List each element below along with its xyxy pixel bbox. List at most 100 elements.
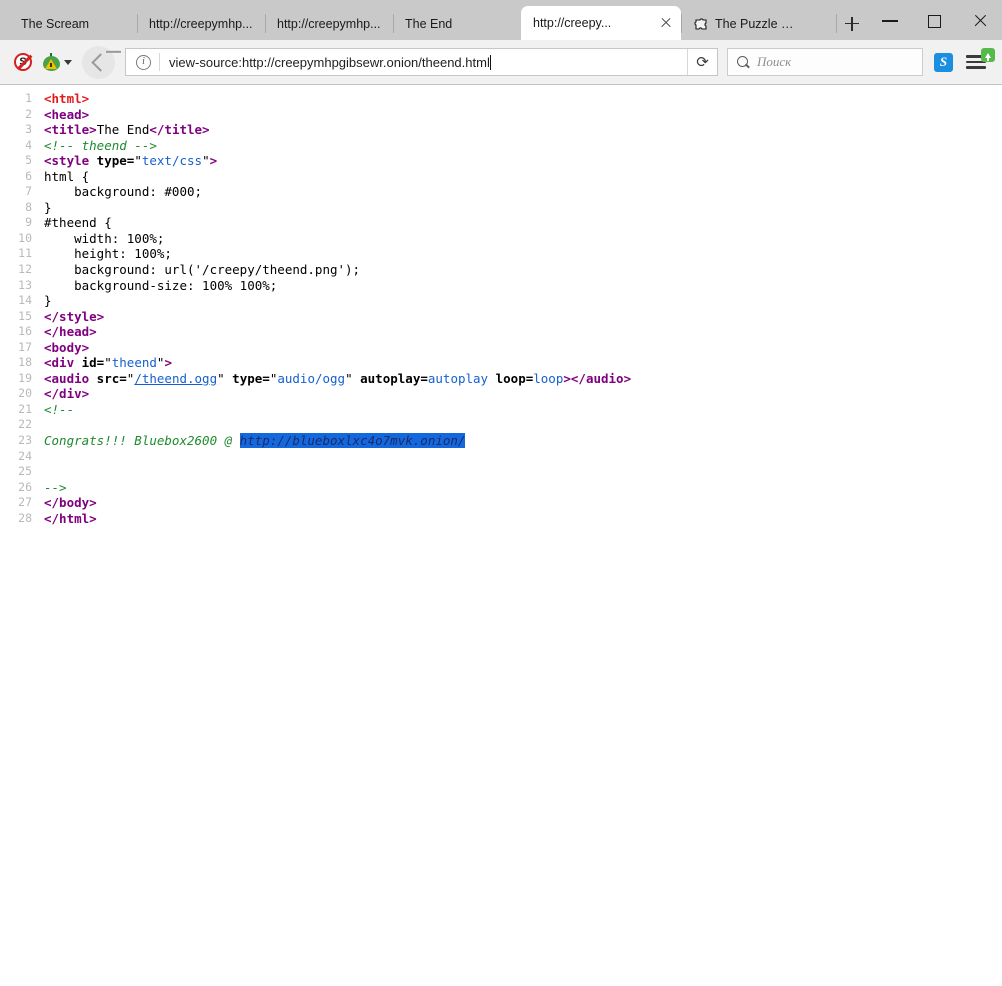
navigation-toolbar: S i view-source:http://creepymhpgibsewr.… — [0, 40, 1002, 85]
source-line: 3<title>The End</title> — [0, 122, 1002, 138]
code-token: type= — [225, 371, 270, 386]
line-number: 12 — [0, 262, 32, 278]
line-number: 1 — [0, 91, 32, 107]
source-line-text: } — [44, 293, 52, 309]
browser-tab[interactable]: http://creepy... — [521, 6, 681, 40]
line-number: 2 — [0, 107, 32, 123]
source-line: 11 height: 100%; — [0, 246, 1002, 262]
maximize-button[interactable] — [912, 8, 957, 34]
code-token: type= — [89, 153, 134, 168]
noscript-button[interactable]: S — [8, 47, 38, 77]
source-line-text: <html> — [44, 91, 89, 107]
source-line: 27 </body> — [0, 495, 1002, 511]
code-token: src= — [89, 371, 127, 386]
source-line-text: </html> — [44, 511, 97, 527]
code-token: " — [345, 371, 353, 386]
source-line: 16 </head> — [0, 324, 1002, 340]
source-line: 13 background-size: 100% 100%; — [0, 278, 1002, 294]
line-number: 16 — [0, 324, 32, 340]
line-number: 26 — [0, 480, 32, 496]
source-line-text: height: 100%; — [44, 246, 172, 262]
line-number: 5 — [0, 153, 32, 169]
source-line-text: </body> — [44, 495, 97, 511]
tab-bar: The Scream http://creepymhp... http://cree… — [0, 0, 1002, 40]
browser-tab[interactable]: The Scream — [9, 7, 137, 40]
view-source-content[interactable]: 1 <html> 2 <head>3<title>The End</title>4 <!… — [0, 85, 1002, 986]
code-token: text/css — [142, 153, 202, 168]
code-token: } — [44, 200, 52, 215]
close-window-button[interactable] — [957, 8, 1002, 34]
source-line: 24 — [0, 449, 1002, 465]
code-token: " — [104, 355, 112, 370]
page-info-icon[interactable]: i — [136, 55, 151, 70]
source-line: 20</div> — [0, 386, 1002, 402]
line-number: 25 — [0, 464, 32, 480]
code-token: <head> — [44, 107, 89, 122]
line-number: 9 — [0, 215, 32, 231]
source-line-text: --> — [44, 480, 67, 496]
tab-label: The Scream — [21, 17, 89, 31]
code-token: background-size: 100% 100%; — [44, 278, 277, 293]
code-token: " — [202, 153, 210, 168]
line-number: 18 — [0, 355, 32, 371]
line-number: 22 — [0, 417, 32, 433]
code-token: autoplay= — [353, 371, 428, 386]
browser-tab[interactable]: http://creepymhp... — [137, 7, 265, 40]
plus-icon — [845, 17, 859, 31]
line-number: 4 — [0, 138, 32, 154]
code-token: } — [44, 293, 52, 308]
source-line: 4 <!-- theend --> — [0, 138, 1002, 154]
tab-label: http://creepy... — [533, 16, 653, 30]
browser-tab[interactable]: The End — [393, 7, 521, 40]
line-number: 14 — [0, 293, 32, 309]
text-caret — [490, 55, 491, 70]
source-line: 10 width: 100%; — [0, 231, 1002, 247]
code-token: </head> — [44, 324, 97, 339]
selected-onion-link[interactable]: http://blueboxlxc4o7mvk.onion/ — [240, 433, 466, 448]
code-token: width: 100%; — [44, 231, 164, 246]
address-bar-text[interactable]: view-source:http://creepymhpgibsewr.onio… — [160, 55, 687, 70]
noscript-icon: S — [14, 53, 32, 71]
code-token: > — [164, 355, 172, 370]
code-token: audio/ogg — [277, 371, 345, 386]
back-button[interactable] — [82, 46, 115, 79]
address-bar[interactable]: i view-source:http://creepymhpgibsewr.on… — [125, 48, 718, 76]
code-token: height: 100%; — [44, 246, 172, 261]
code-token: <div — [44, 355, 74, 370]
skype-icon[interactable]: S — [934, 53, 953, 72]
line-number: 13 — [0, 278, 32, 294]
tab-strip: The Scream http://creepymhp... http://cree… — [9, 0, 837, 40]
code-token: id= — [74, 355, 104, 370]
reload-button[interactable]: ⟳ — [687, 49, 717, 75]
code-token[interactable]: /theend.ogg — [134, 371, 217, 386]
source-line-text: <!-- theend --> — [44, 138, 157, 154]
source-line: 28 </html> — [0, 511, 1002, 527]
line-number: 27 — [0, 495, 32, 511]
line-number: 15 — [0, 309, 32, 325]
tab-close-button[interactable] — [657, 14, 675, 32]
source-line: 25 — [0, 464, 1002, 480]
source-line: 19<audio src="/theend.ogg" type="audio/o… — [0, 371, 1002, 387]
source-line-text: } — [44, 200, 52, 216]
tab-label: http://creepymhp... — [149, 17, 253, 31]
close-icon — [973, 14, 987, 28]
line-number: 10 — [0, 231, 32, 247]
source-line-text: background: #000; — [44, 184, 202, 200]
minimize-button[interactable] — [867, 8, 912, 34]
search-input[interactable]: Поиск — [757, 54, 791, 70]
torbutton[interactable] — [38, 47, 76, 77]
code-token: <html> — [44, 91, 89, 106]
code-token: html { — [44, 169, 89, 184]
new-tab-button[interactable] — [837, 7, 867, 40]
line-number: 11 — [0, 246, 32, 262]
search-bar[interactable]: Поиск — [727, 48, 923, 76]
line-number: 28 — [0, 511, 32, 527]
line-number: 20 — [0, 386, 32, 402]
browser-tab[interactable]: http://creepymhp... — [265, 7, 393, 40]
source-line-text: #theend { — [44, 215, 112, 231]
browser-tab[interactable]: The Puzzle Ma... — [681, 7, 809, 40]
minimize-icon — [882, 20, 898, 22]
code-token: </html> — [44, 511, 97, 526]
app-menu-button[interactable] — [962, 47, 996, 77]
code-token: <title> — [44, 122, 97, 137]
